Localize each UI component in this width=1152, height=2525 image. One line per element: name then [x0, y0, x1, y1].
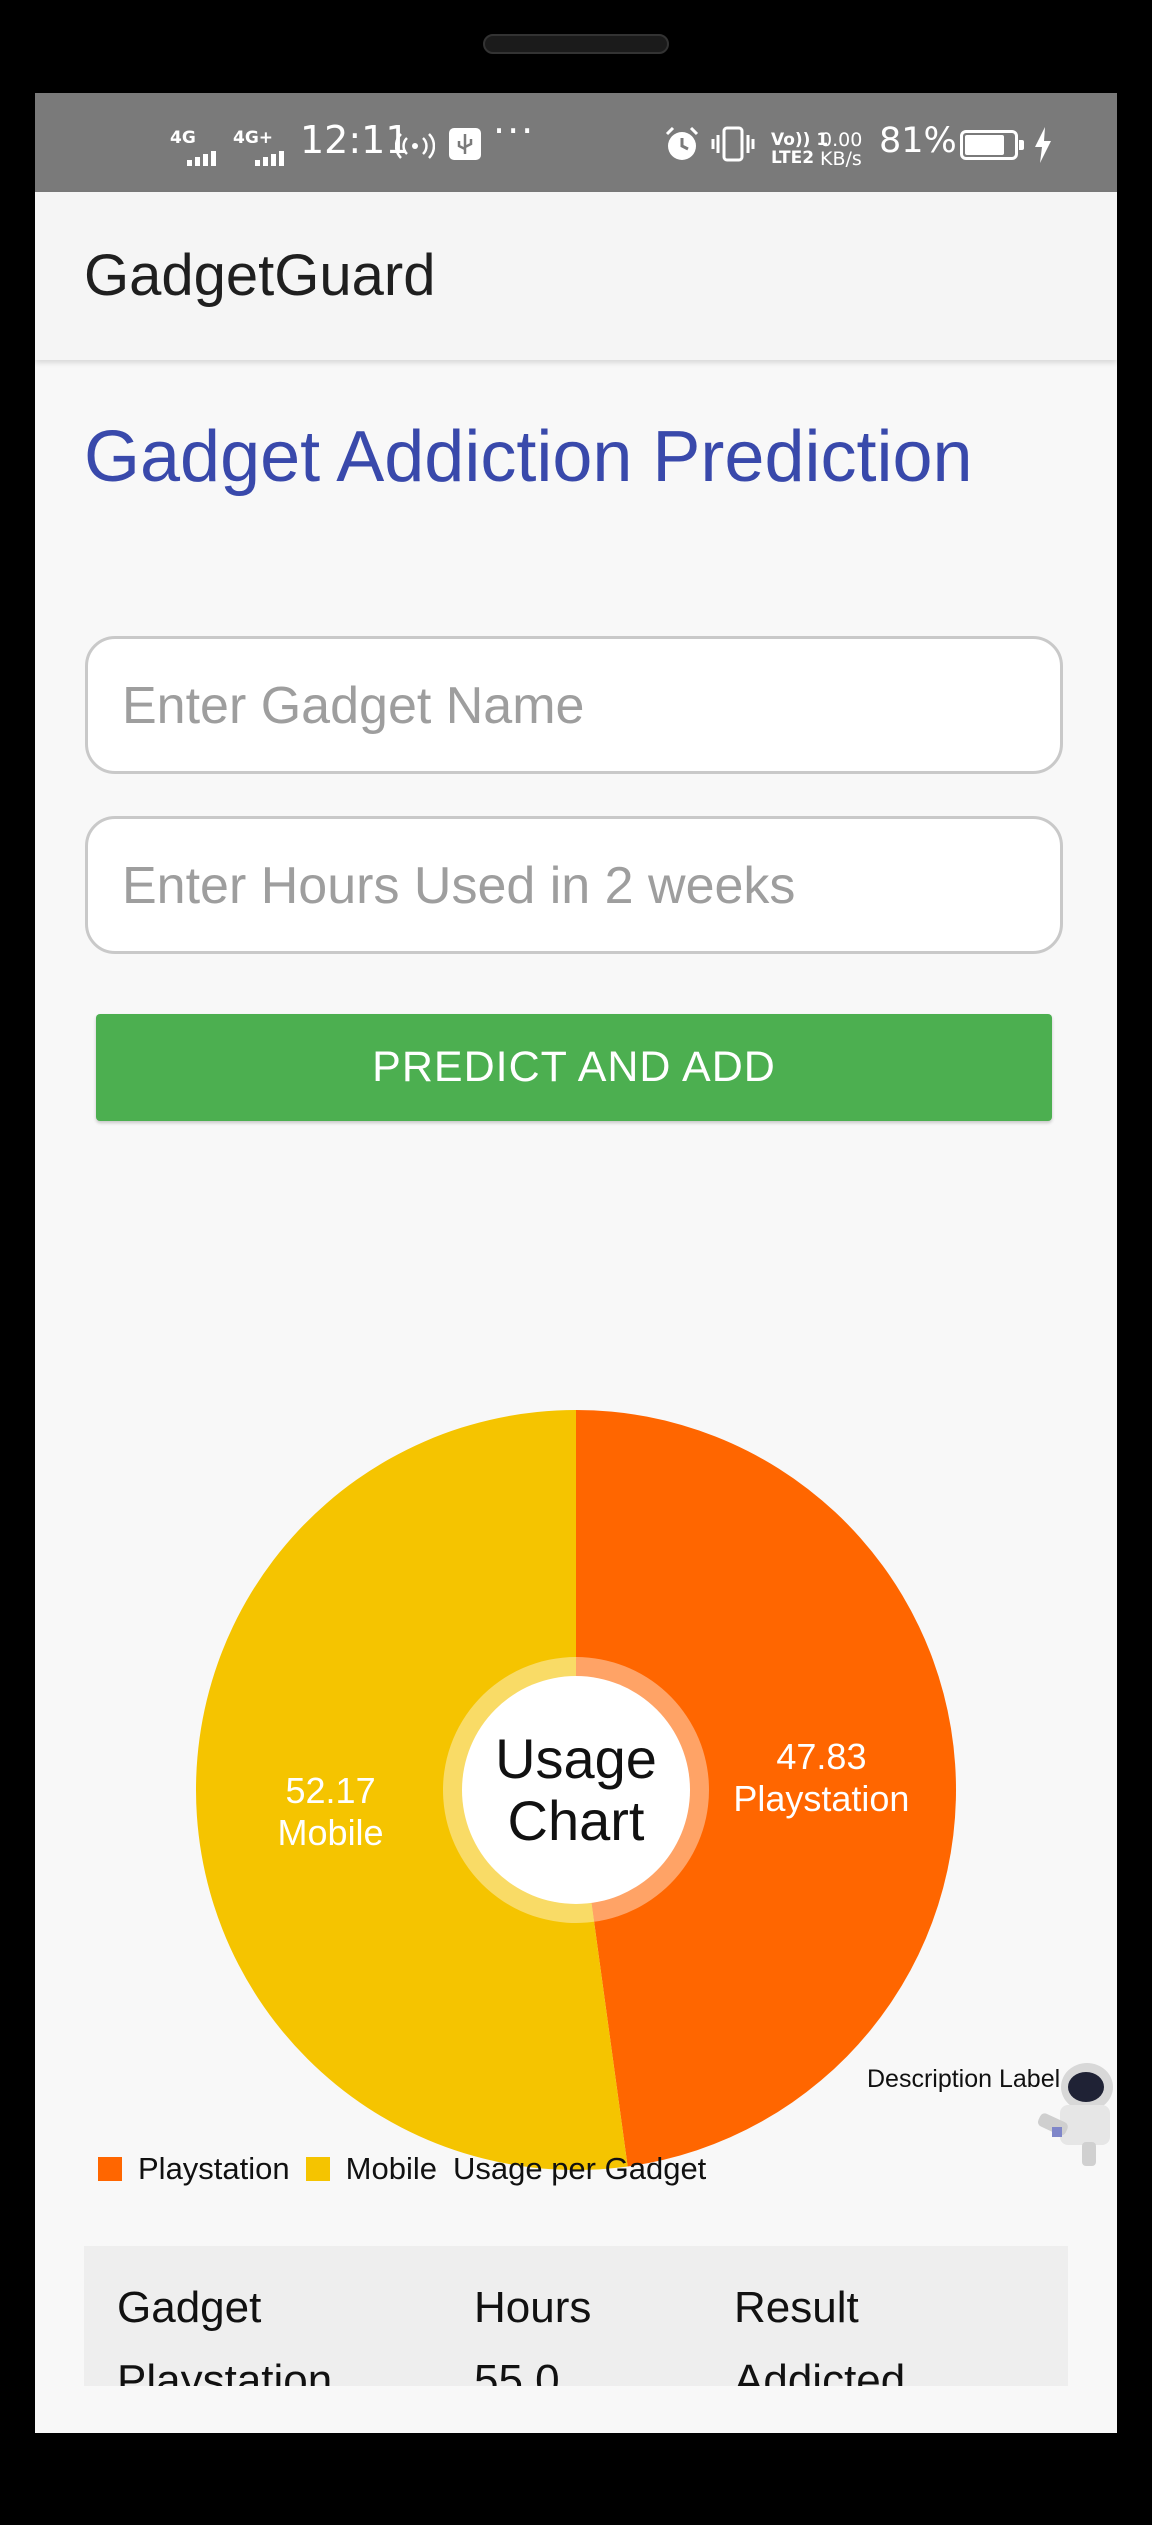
predict-and-add-button[interactable]: PREDICT AND ADD	[96, 1014, 1052, 1121]
network-speed-unit: KB/s	[820, 148, 862, 170]
app-title: GadgetGuard	[84, 243, 436, 308]
battery-percent: 81%	[879, 121, 957, 161]
charging-bolt-icon	[1035, 127, 1051, 163]
table-header-gadget: Gadget	[117, 2283, 262, 2332]
battery-icon	[960, 130, 1024, 160]
app-screen: 4G 4G+ 12:11 ··· Vo)) 1 LTE2 0.00 KB/s 8…	[35, 93, 1117, 2433]
hours-used-input[interactable]	[120, 819, 1024, 953]
alarm-icon	[665, 126, 699, 160]
legend-swatch-mobile	[305, 2157, 330, 2181]
pie-name-label-playstation: Playstation	[733, 1778, 909, 1819]
legend-swatch-playstation	[98, 2157, 122, 2181]
pie-name-label-mobile: Mobile	[278, 1812, 384, 1853]
legend-label-mobile: Mobile	[345, 2151, 437, 2186]
page-heading: Gadget Addiction Prediction	[84, 417, 973, 497]
table-row-result: Addicted	[734, 2356, 906, 2386]
pie-center-text-line-2: Chart	[508, 1789, 645, 1852]
clock-time: 12:11	[300, 118, 410, 162]
status-bar: 4G 4G+ 12:11 ··· Vo)) 1 LTE2 0.00 KB/s 8…	[35, 93, 1117, 192]
earpiece-speaker	[483, 34, 669, 54]
more-dots-icon: ···	[493, 109, 536, 153]
table-header-result: Result	[734, 2283, 859, 2332]
hours-used-field[interactable]	[85, 816, 1063, 954]
pie-center-text-line-1: Usage	[495, 1727, 657, 1790]
network-type-1: 4G	[170, 128, 196, 148]
usage-table: Gadget Hours Result Playstation 55.0 Add…	[84, 2246, 1068, 2386]
table-header-hours: Hours	[474, 2283, 592, 2332]
table-row-gadget: Playstation	[117, 2356, 333, 2386]
battery-fill	[965, 135, 1004, 155]
pie-value-label-mobile: 52.17	[286, 1770, 376, 1811]
network-type-2: 4G+	[233, 128, 274, 148]
phone-frame: 4G 4G+ 12:11 ··· Vo)) 1 LTE2 0.00 KB/s 8…	[0, 0, 1152, 2525]
lte-indicator: LTE2	[771, 148, 815, 168]
gadget-name-input[interactable]	[120, 639, 1024, 773]
gadget-name-field[interactable]	[85, 636, 1063, 774]
astronaut-mascot-icon	[1037, 2063, 1113, 2166]
pie-value-label-playstation: 47.83	[776, 1736, 866, 1777]
chart-legend: Playstation Mobile Usage per Gadget	[98, 2149, 722, 2189]
table-row-hours: 55.0	[474, 2356, 560, 2386]
app-bar: GadgetGuard	[35, 192, 1117, 360]
chart-description: Usage per Gadget	[452, 2151, 707, 2186]
usb-icon	[449, 128, 481, 160]
hotspot-icon	[395, 133, 435, 159]
network-speed-value: 0.00	[820, 129, 863, 151]
legend-label-playstation: Playstation	[138, 2151, 290, 2186]
vibrate-icon	[711, 126, 755, 162]
